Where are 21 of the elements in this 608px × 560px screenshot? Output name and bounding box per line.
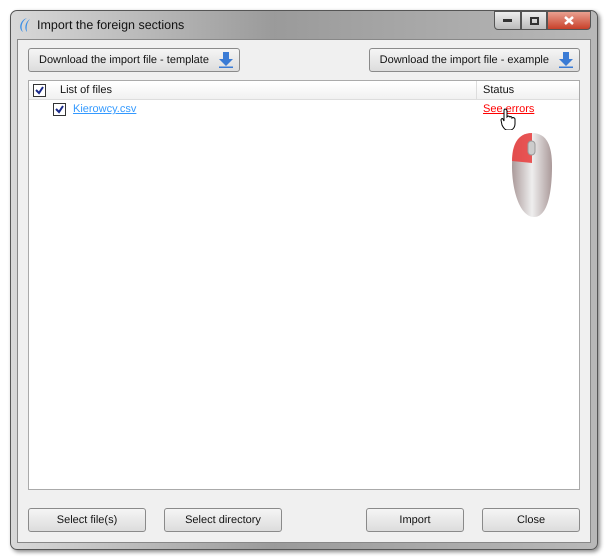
download-button[interactable]: Download the import file - template xyxy=(28,48,240,72)
column-header: Status xyxy=(483,84,514,96)
window-title: Import the foreign sections xyxy=(37,18,184,32)
select-all-checkbox[interactable] xyxy=(33,84,46,96)
action-button[interactable]: Import xyxy=(366,508,464,532)
minimize-icon xyxy=(503,19,512,22)
maximize-button[interactable] xyxy=(521,11,547,30)
action-button[interactable]: Close xyxy=(482,508,580,532)
download-button[interactable]: Download the import file - example xyxy=(368,48,580,72)
column-header: List of files xyxy=(60,84,112,96)
close-icon xyxy=(564,16,574,25)
action-button[interactable]: Select directory xyxy=(164,508,282,532)
file-checkbox[interactable] xyxy=(53,102,66,116)
download-icon xyxy=(218,52,233,68)
download-icon xyxy=(559,52,573,68)
action-button[interactable]: Select file(s) xyxy=(28,508,146,532)
maximize-icon xyxy=(530,16,538,24)
errors-link[interactable]: See errors xyxy=(483,103,534,115)
minimize-button[interactable] xyxy=(494,11,521,30)
app-icon xyxy=(17,17,31,33)
close-button[interactable] xyxy=(547,11,591,30)
